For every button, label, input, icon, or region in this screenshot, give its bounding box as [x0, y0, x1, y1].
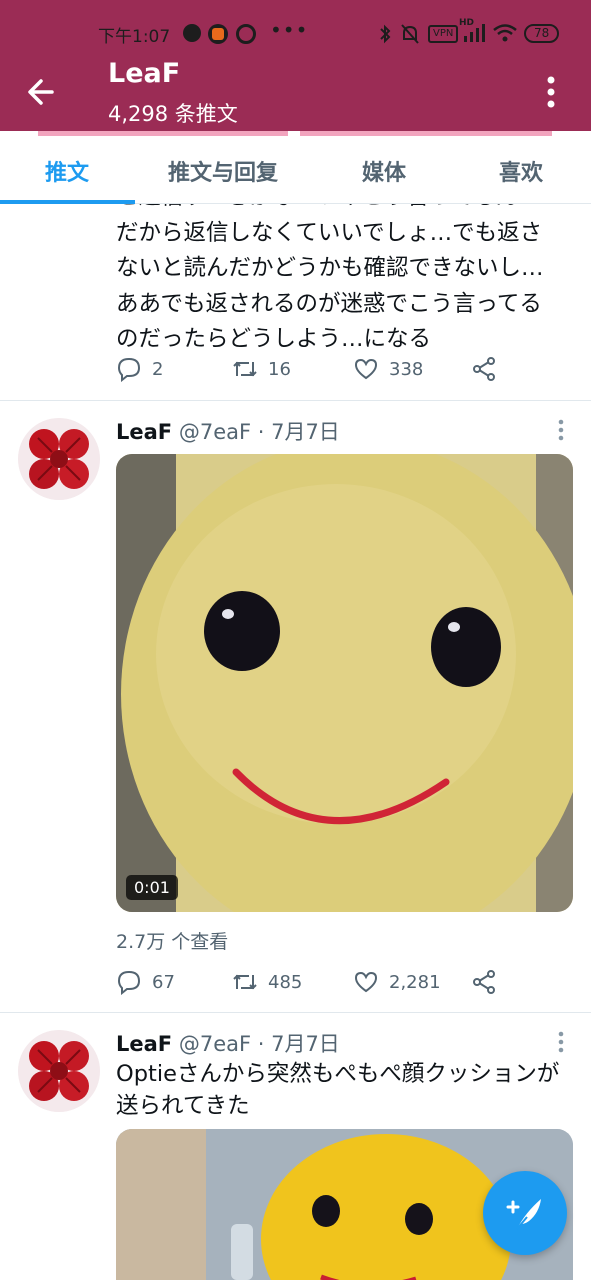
profile-tabs: 推文 推文与回复 媒体 喜欢 [0, 137, 591, 204]
reply-icon [117, 970, 141, 995]
reply-count: 67 [152, 971, 175, 993]
reply-count: 2 [152, 358, 164, 380]
tweet-actions: 2 16 338 [116, 356, 516, 386]
tweet-more-icon[interactable] [553, 1030, 569, 1054]
tweet-text-line: ああでも返されるのが迷惑でこう言ってる [116, 290, 542, 317]
smiley-cushion-image [116, 454, 573, 912]
author-name[interactable]: LeaF [116, 420, 172, 444]
like-count: 338 [389, 358, 424, 380]
tab-tweets-and-replies[interactable]: 推文与回复 [168, 155, 278, 187]
like-button[interactable]: 2,281 [353, 969, 441, 995]
author-name[interactable]: LeaF [116, 1032, 172, 1056]
retweet-button[interactable]: 16 [232, 356, 291, 382]
vpn-badge: VPN [428, 25, 459, 43]
retweet-icon [233, 974, 257, 990]
tweet-actions: 67 485 2,281 [116, 969, 516, 999]
share-icon [473, 357, 495, 381]
battery-indicator: 78 [524, 24, 560, 43]
heart-icon [354, 971, 378, 993]
progress-segment [300, 131, 552, 136]
author-handle-date: @7eaF · 7月7日 [178, 1032, 340, 1056]
like-count: 2,281 [389, 971, 441, 993]
progress-segment [38, 131, 288, 136]
tweet-divider [0, 1012, 591, 1013]
avatar[interactable] [18, 418, 100, 500]
like-button[interactable]: 338 [353, 356, 423, 382]
tab-media[interactable]: 媒体 [362, 155, 406, 187]
tweet-text-line: のだったらどうしよう…になる [116, 326, 432, 352]
share-icon [473, 970, 495, 994]
reply-button[interactable]: 2 [116, 356, 163, 382]
compose-tweet-button[interactable] [483, 1171, 567, 1255]
app-header: 下午1:07 ••• VPN HD 78 LeaF 4,298 条推文 [0, 0, 591, 134]
status-bar: 下午1:07 ••• VPN HD 78 [0, 18, 591, 50]
mute-bell-icon [401, 24, 419, 44]
tweet-text-partial: と返信すべきかな…いやこう言ってるん だから返信しなくていいでしょ…でも返さ な… [116, 180, 576, 358]
active-tab-indicator [0, 200, 135, 204]
avatar-clover-image [18, 418, 100, 500]
reply-icon [117, 357, 141, 382]
wifi-icon [493, 24, 517, 42]
tweet-header: LeaF @7eaF · 7月7日 [116, 416, 340, 446]
tweet-text-line: ないと読んだかどうかも確認できないし… [116, 255, 544, 281]
avatar[interactable] [18, 1030, 100, 1112]
globe-icon [183, 24, 201, 42]
status-time: 下午1:07 [98, 27, 171, 47]
tweet-divider [0, 400, 591, 401]
more-notifications-icon: ••• [270, 18, 309, 42]
tab-tweets[interactable]: 推文 [45, 155, 89, 187]
mi-app-icon [208, 24, 228, 44]
tab-likes[interactable]: 喜欢 [499, 155, 543, 187]
more-options-icon[interactable] [536, 72, 566, 112]
share-button[interactable] [471, 356, 497, 382]
tweet-count: 4,298 条推文 [108, 102, 238, 126]
ring-icon [236, 24, 256, 44]
bluetooth-icon [380, 24, 391, 44]
tweet-header: LeaF @7eaF · 7月7日 [116, 1028, 340, 1058]
avatar-clover-image [18, 1030, 100, 1112]
profile-name-title: LeaF [108, 58, 181, 89]
video-thumbnail[interactable]: 0:01 [116, 454, 573, 912]
view-count: 2.7万 个查看 [116, 931, 229, 953]
tweet-text-line: だから返信しなくていいでしょ…でも返さ [116, 219, 543, 246]
tweet-more-icon[interactable] [553, 418, 569, 442]
retweet-count: 16 [268, 358, 291, 380]
retweet-icon [233, 361, 257, 377]
reply-button[interactable]: 67 [116, 969, 175, 995]
video-duration: 0:01 [126, 875, 178, 900]
author-handle-date: @7eaF · 7月7日 [178, 420, 340, 444]
retweet-count: 485 [268, 971, 303, 993]
tweet-text: Optieさんから突然もぺもぺ顔クッションが送られてきた [116, 1061, 560, 1119]
share-button[interactable] [471, 969, 497, 995]
signal-icon [464, 24, 485, 42]
feather-plus-icon [506, 1199, 541, 1230]
retweet-button[interactable]: 485 [232, 969, 302, 995]
back-arrow-icon[interactable] [22, 72, 62, 112]
heart-icon [354, 358, 378, 380]
